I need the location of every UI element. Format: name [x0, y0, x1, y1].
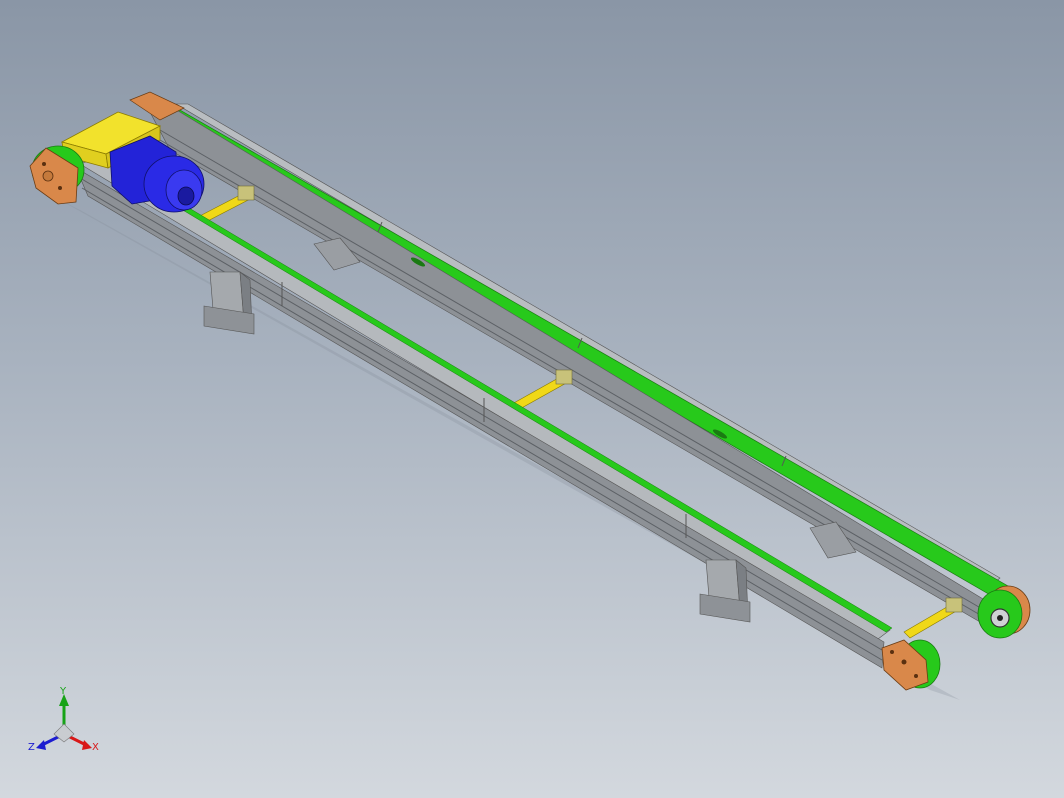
front-support-leg[interactable] [203, 271, 255, 335]
front-rail-groove [81, 187, 883, 661]
strut-bracket [945, 597, 963, 613]
back-rail[interactable] [129, 91, 1031, 639]
plate-bolt [42, 162, 46, 166]
motor-shaft-hub [177, 186, 195, 206]
cross-struts[interactable] [191, 185, 963, 639]
orientation-triad[interactable]: Y X Z [26, 684, 106, 764]
strut-bracket [237, 185, 255, 201]
front-belt-edge [95, 155, 893, 633]
3d-viewport[interactable]: Y X Z [0, 0, 1064, 798]
plate-bolt [890, 650, 894, 654]
x-arrow [82, 740, 92, 750]
x-axis-label: X [92, 742, 99, 753]
front-rail-groove [79, 177, 883, 651]
front-support-leg[interactable] [699, 559, 751, 623]
front-rail[interactable] [75, 155, 941, 691]
front-rail-top-cover [79, 157, 891, 643]
back-rail-extrusion [149, 105, 989, 623]
triad-origin [53, 723, 75, 743]
strut-bracket [555, 369, 573, 385]
pulley-axle [997, 615, 1003, 621]
front-rail-extrusion [75, 167, 885, 669]
plate-bolt [914, 674, 918, 678]
plate-bolt [901, 659, 907, 665]
y-axis-label: Y [59, 686, 67, 697]
z-arrow [36, 740, 46, 750]
drive-pulley-hub [42, 170, 54, 182]
plate-bolt [58, 186, 62, 190]
conveyor-model[interactable] [0, 0, 1064, 798]
z-axis-label: Z [28, 742, 35, 753]
